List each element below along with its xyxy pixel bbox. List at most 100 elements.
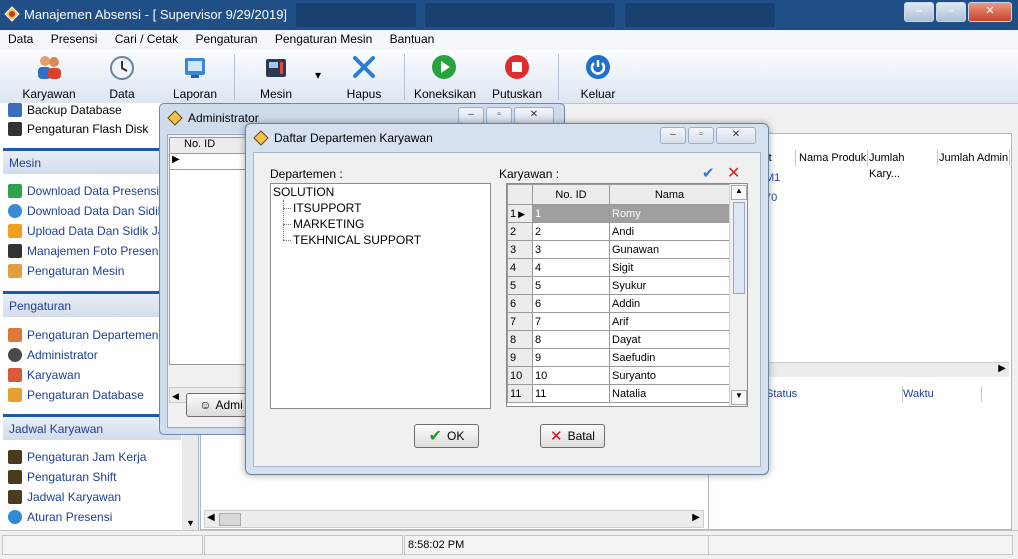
sidebar-item-administrator[interactable]: Administrator	[8, 348, 98, 362]
ok-button[interactable]: ✔ OK	[414, 424, 479, 448]
cell-no-id[interactable]: 5	[532, 276, 610, 295]
dialog-close-button[interactable]: ✕	[716, 127, 756, 144]
table-row[interactable]: 7 7 Arif	[507, 312, 730, 331]
row-number[interactable]: 10	[507, 366, 533, 385]
mesin-button[interactable]: Mesin	[254, 52, 298, 101]
keluar-button[interactable]: Keluar	[578, 52, 618, 101]
sidebar-header-mesin[interactable]: Mesin	[3, 148, 181, 174]
row-number[interactable]: 9	[507, 348, 533, 367]
sidebar-item-karyawan[interactable]: Karyawan	[8, 368, 80, 382]
sidebar-item-jadwal-karyawan[interactable]: Jadwal Karyawan	[8, 490, 121, 504]
close-button[interactable]: ✕	[968, 2, 1012, 22]
cell-no-id[interactable]: 4	[532, 258, 610, 277]
sidebar-item-pengaturan-mesin[interactable]: Pengaturan Mesin	[8, 264, 124, 278]
cell-nama[interactable]: Romy	[609, 204, 730, 223]
column-header-status[interactable]: Status	[765, 386, 903, 402]
table-row[interactable]: 8 8 Dayat	[507, 330, 730, 349]
column-header-no-id[interactable]: No. ID	[532, 184, 610, 205]
tree-node-marketing[interactable]: MARKETING	[293, 217, 364, 231]
sidebar-item-foto-presensi[interactable]: Manajemen Foto Presensi	[8, 244, 167, 258]
check-icon[interactable]: ✔	[702, 164, 715, 182]
cell-no-id[interactable]: 7	[532, 312, 610, 331]
cell-nama[interactable]: Natalia	[609, 384, 730, 403]
tree-node-root[interactable]: SOLUTION	[273, 185, 334, 199]
cell-nama[interactable]: Gunawan	[609, 240, 730, 259]
row-number[interactable]: 4	[507, 258, 533, 277]
row-number[interactable]: 11	[507, 384, 533, 403]
menu-pengaturan[interactable]: Pengaturan	[187, 30, 263, 46]
menu-pengaturan-mesin[interactable]: Pengaturan Mesin	[267, 30, 378, 46]
mesin-dropdown-arrow[interactable]: ▾	[312, 68, 324, 82]
menu-presensi[interactable]: Presensi	[43, 30, 104, 46]
cell-no-id[interactable]: 6	[532, 294, 610, 313]
table-row[interactable]: 3 3 Gunawan	[507, 240, 730, 259]
cell-nama[interactable]: Arif	[609, 312, 730, 331]
scroll-up-arrow[interactable]: ▲	[731, 185, 747, 200]
menu-cari-cetak[interactable]: Cari / Cetak	[107, 30, 184, 46]
table-row[interactable]: 1 ▶ 1 Romy	[507, 204, 730, 223]
batal-button[interactable]: ✕ Batal	[540, 424, 605, 448]
column-header[interactable]: Nama Produk	[799, 150, 868, 166]
horizontal-scrollbar[interactable]: ◀ ▶	[204, 510, 704, 528]
cell-no-id[interactable]: 9	[532, 348, 610, 367]
row-number[interactable]: 5	[507, 276, 533, 295]
minimize-button[interactable]: –	[904, 2, 934, 22]
table-row[interactable]: 4 4 Sigit	[507, 258, 730, 277]
sidebar-item-jam-kerja[interactable]: Pengaturan Jam Kerja	[8, 450, 146, 464]
cell-no-id[interactable]: 2	[532, 222, 610, 241]
row-number[interactable]: 7	[507, 312, 533, 331]
admin-close-button[interactable]: ✕	[514, 107, 554, 124]
table-row[interactable]: 6 6 Addin	[507, 294, 730, 313]
sidebar-header-jadwal[interactable]: Jadwal Karyawan	[3, 414, 181, 440]
sidebar-item-download-presensi[interactable]: Download Data Presensi	[8, 184, 159, 198]
row-number[interactable]: 1 ▶	[507, 204, 533, 223]
sidebar-item-shift[interactable]: Pengaturan Shift	[8, 470, 116, 484]
cell-no-id[interactable]: 10	[532, 366, 610, 385]
row-number[interactable]: 8	[507, 330, 533, 349]
laporan-button[interactable]: Laporan	[172, 52, 218, 101]
table-row[interactable]: 10 10 Suryanto	[507, 366, 730, 385]
sidebar-item-backup-database[interactable]: Backup Database	[8, 103, 122, 117]
koneksikan-button[interactable]: Koneksikan	[414, 52, 476, 101]
employee-grid[interactable]: No. ID Nama 1 ▶ 1 Romy 2 2 Andi 3 3 Gunawan 4 4 Sigi…	[506, 183, 748, 407]
column-header[interactable]: rt	[765, 150, 796, 166]
sidebar-item-aturan-presensi[interactable]: Aturan Presensi	[8, 510, 112, 524]
sidebar-item-pengaturan-database[interactable]: Pengaturan Database	[8, 388, 144, 402]
row-number[interactable]: 3	[507, 240, 533, 259]
cell-nama[interactable]: Suryanto	[609, 366, 730, 385]
tree-node-itsupport[interactable]: ITSUPPORT	[293, 201, 361, 215]
karyawan-button[interactable]: Karyawan	[22, 52, 76, 101]
department-tree[interactable]: SOLUTION ITSUPPORT MARKETING TEKHNICAL S…	[270, 183, 491, 409]
cell-nama[interactable]: Saefudin	[609, 348, 730, 367]
admin-grid[interactable]: No. ID ▶	[169, 137, 256, 365]
column-header[interactable]: No. ID	[170, 138, 255, 154]
sidebar-item-pengaturan-departemen[interactable]: Pengaturan Departemen	[8, 328, 158, 342]
cell-no-id[interactable]: 11	[532, 384, 610, 403]
sidebar-header-pengaturan[interactable]: Pengaturan	[3, 291, 181, 317]
column-header-nama[interactable]: Nama	[609, 184, 730, 205]
cell-no-id[interactable]: 3	[532, 240, 610, 259]
maximize-button[interactable]: ▫	[936, 2, 966, 22]
cell-nama[interactable]: Addin	[609, 294, 730, 313]
table-row[interactable]: 11 11 Natalia	[507, 384, 730, 403]
putuskan-button[interactable]: Putuskan	[492, 52, 542, 101]
cell-nama[interactable]: Dayat	[609, 330, 730, 349]
column-header[interactable]: Jumlah Kary...	[869, 150, 938, 180]
table-row[interactable]: 5 5 Syukur	[507, 276, 730, 295]
vertical-scrollbar[interactable]: ▲ ▼	[729, 184, 747, 406]
cell-no-id[interactable]: 8	[532, 330, 610, 349]
cell-nama[interactable]: Syukur	[609, 276, 730, 295]
sidebar-item-download-sidik-jari[interactable]: Download Data Dan Sidik J	[8, 204, 173, 218]
dialog-minimize-button[interactable]: –	[660, 127, 686, 144]
cell-nama[interactable]: Sigit	[609, 258, 730, 277]
scroll-down-arrow[interactable]: ▼	[731, 390, 747, 405]
cell-no-id[interactable]: 1	[532, 204, 610, 223]
table-row[interactable]: 2 2 Andi	[507, 222, 730, 241]
menu-bantuan[interactable]: Bantuan	[382, 30, 441, 46]
menu-data[interactable]: Data	[0, 30, 39, 46]
sidebar-item-upload-sidik-jari[interactable]: Upload Data Dan Sidik Jari	[8, 224, 171, 238]
row-number[interactable]: 2	[507, 222, 533, 241]
cross-icon[interactable]: ✕	[727, 163, 740, 183]
column-header-waktu[interactable]: Waktu	[903, 386, 982, 402]
row-number[interactable]: 6	[507, 294, 533, 313]
